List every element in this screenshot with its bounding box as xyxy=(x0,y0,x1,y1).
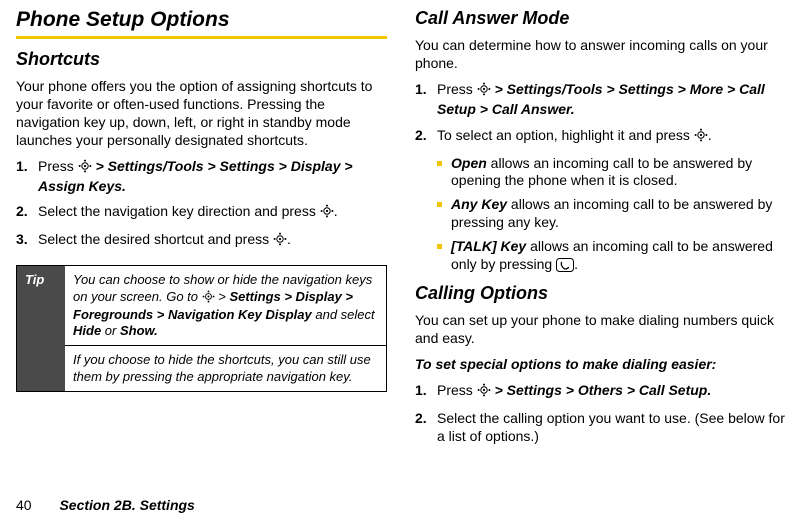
tip-row-2: If you choose to hide the shortcuts, you… xyxy=(65,345,386,391)
tip-label: Tip xyxy=(17,266,65,391)
paragraph: You can set up your phone to make dialin… xyxy=(415,312,786,348)
step-1: 1. Press > Settings/Tools > Settings > M… xyxy=(437,81,786,119)
left-column: Phone Setup Options Shortcuts Your phone… xyxy=(16,8,387,453)
option-desc: allows an incoming call to be answered b… xyxy=(451,155,752,189)
yellow-rule xyxy=(16,36,387,39)
step-text: Select the navigation key direction and … xyxy=(38,203,320,219)
step-number: 2. xyxy=(415,127,427,145)
step-number: 2. xyxy=(16,203,28,221)
step-1: 1. Press > Settings > Others > Call Setu… xyxy=(437,382,786,402)
nav-key-icon xyxy=(78,159,92,178)
section-title: Phone Setup Options xyxy=(16,8,387,32)
tip-text: or xyxy=(101,323,120,338)
tip-box: Tip You can choose to show or hide the n… xyxy=(16,265,387,392)
step-text: Press xyxy=(437,382,477,398)
right-column: Call Answer Mode You can determine how t… xyxy=(415,8,786,453)
nav-key-icon xyxy=(477,383,491,402)
bullet-open: Open allows an incoming call to be answe… xyxy=(451,155,786,191)
tip-hide: Hide xyxy=(73,323,101,338)
step-number: 1. xyxy=(415,81,427,99)
step-number: 2. xyxy=(415,410,427,428)
step-text: Select the calling option you want to us… xyxy=(437,410,785,444)
page: Phone Setup Options Shortcuts Your phone… xyxy=(0,0,802,523)
nav-key-icon xyxy=(273,232,287,251)
intro-paragraph: Your phone offers you the option of assi… xyxy=(16,78,387,150)
tip-body: You can choose to show or hide the navig… xyxy=(65,266,386,391)
step-text-tail: . xyxy=(287,231,291,247)
talk-key-icon xyxy=(556,258,574,277)
nav-key-icon xyxy=(320,204,334,223)
two-column-layout: Phone Setup Options Shortcuts Your phone… xyxy=(16,8,786,453)
step-2: 2. Select the navigation key direction a… xyxy=(38,203,387,223)
tip-show: Show. xyxy=(120,323,158,338)
step-text: Press xyxy=(38,158,78,174)
step-text: Press xyxy=(437,81,477,97)
page-footer: 40 Section 2B. Settings xyxy=(16,497,195,513)
step-2: 2. To select an option, highlight it and… xyxy=(437,127,786,147)
tip-text: and select xyxy=(312,307,375,322)
subheading-calling-options: Calling Options xyxy=(415,283,786,304)
option-name: [TALK] Key xyxy=(451,238,526,254)
tip-row-1: You can choose to show or hide the navig… xyxy=(65,266,386,345)
nav-key-icon xyxy=(477,82,491,101)
bullet-list-answer-options: Open allows an incoming call to be answe… xyxy=(415,155,786,277)
bullet-any-key: Any Key allows an incoming call to be an… xyxy=(451,196,786,232)
steps-list-shortcuts: 1. Press > Settings/Tools > Settings > D… xyxy=(16,158,387,252)
section-label: Section 2B. Settings xyxy=(59,497,194,513)
step-number: 1. xyxy=(415,382,427,400)
step-3: 3. Select the desired shortcut and press… xyxy=(38,231,387,251)
tip-text: > xyxy=(215,289,230,304)
bullet-talk-key: [TALK] Key allows an incoming call to be… xyxy=(451,238,786,277)
steps-list-call-answer: 1. Press > Settings/Tools > Settings > M… xyxy=(415,81,786,147)
path-text: > Settings > Others > Call Setup. xyxy=(491,382,712,398)
option-name: Any Key xyxy=(451,196,507,212)
option-name: Open xyxy=(451,155,487,171)
subheading-call-answer: Call Answer Mode xyxy=(415,8,786,29)
subheading-shortcuts: Shortcuts xyxy=(16,49,387,70)
step-text: To select an option, highlight it and pr… xyxy=(437,127,694,143)
nav-key-icon xyxy=(202,290,215,307)
nav-key-icon xyxy=(694,128,708,147)
page-number: 40 xyxy=(16,497,32,513)
step-number: 1. xyxy=(16,158,28,176)
step-1: 1. Press > Settings/Tools > Settings > D… xyxy=(38,158,387,196)
step-text-tail: . xyxy=(334,203,338,219)
step-2: 2. Select the calling option you want to… xyxy=(437,410,786,446)
option-desc-tail: . xyxy=(574,256,578,272)
paragraph: You can determine how to answer incoming… xyxy=(415,37,786,73)
lead-in-paragraph: To set special options to make dialing e… xyxy=(415,356,786,374)
step-text: Select the desired shortcut and press xyxy=(38,231,273,247)
steps-list-call-setup: 1. Press > Settings > Others > Call Setu… xyxy=(415,382,786,446)
step-text-tail: . xyxy=(708,127,712,143)
step-number: 3. xyxy=(16,231,28,249)
